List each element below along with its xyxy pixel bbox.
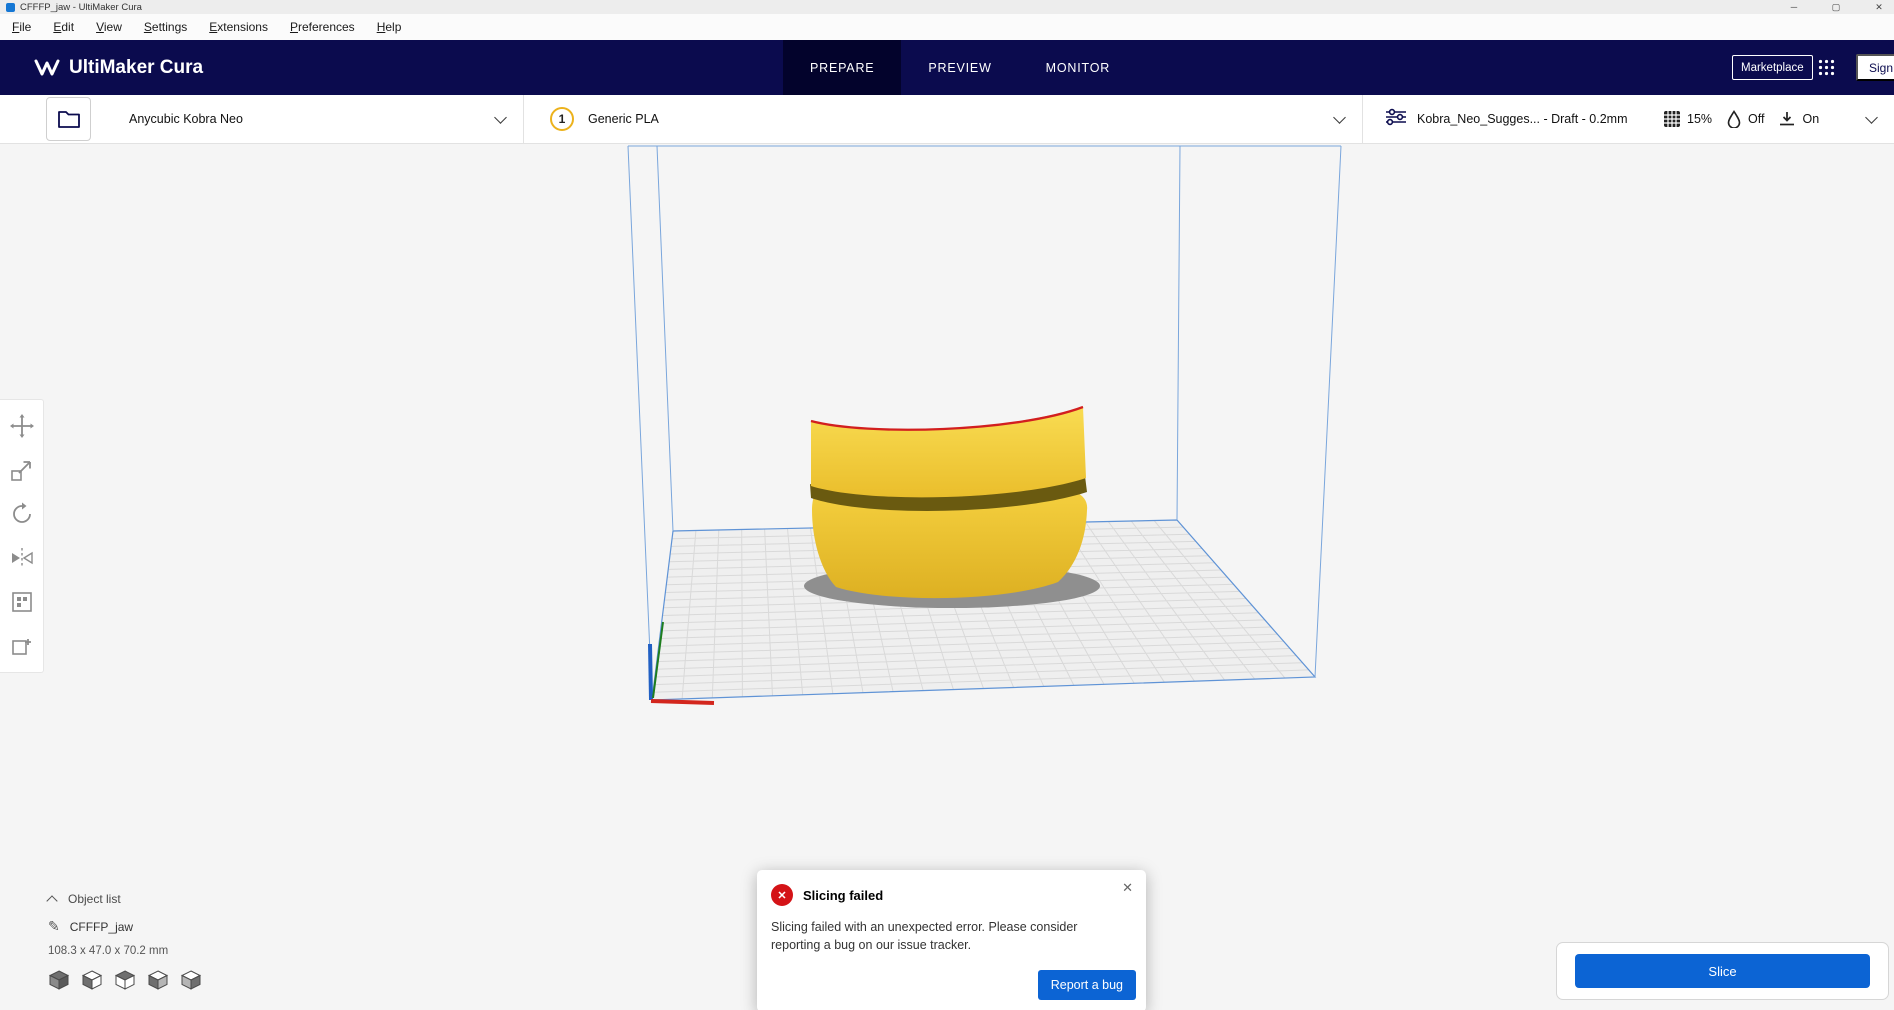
adhesion-group: On — [1778, 110, 1819, 128]
view-presets — [48, 969, 202, 991]
action-panel: Slice — [1556, 942, 1889, 1000]
print-settings-selector[interactable]: Kobra_Neo_Sugges... - Draft - 0.2mm 15% … — [1363, 95, 1894, 143]
rotate-tool-button[interactable] — [9, 501, 35, 527]
rotate-icon — [12, 502, 31, 523]
dialog-close-icon[interactable]: ✕ — [1122, 880, 1133, 896]
infill-value: 15% — [1687, 112, 1713, 126]
tab-prepare[interactable]: PREPARE — [783, 40, 902, 95]
origin-x-axis — [650, 699, 715, 705]
viewport: Object list ✎ CFFFP_jaw 108.3 x 47.0 x 7… — [0, 144, 1894, 1010]
support-blocker-button[interactable] — [9, 633, 35, 659]
mirror-tool-button[interactable] — [9, 545, 35, 571]
object-name: CFFFP_jaw — [69, 919, 134, 934]
menu-preferences[interactable]: Preferences — [285, 17, 360, 37]
menu-settings[interactable]: Settings — [139, 17, 192, 37]
maximize-button[interactable]: ▢ — [1828, 0, 1844, 14]
chevron-down-icon — [1865, 111, 1878, 124]
sliders-icon — [1385, 108, 1407, 131]
menu-file[interactable]: File — [7, 17, 36, 37]
tool-sidebar — [0, 399, 44, 673]
dialog-header: ✕ Slicing failed — [771, 884, 1132, 906]
scale-icon — [10, 461, 31, 481]
scale-tool-button[interactable] — [9, 457, 35, 483]
dialog-actions: Report a bug — [1037, 970, 1136, 1000]
view-right-button[interactable] — [180, 969, 202, 991]
apps-grid-icon[interactable] — [1818, 59, 1835, 81]
menubar: File Edit View Settings Extensions Prefe… — [0, 14, 1894, 40]
support-blocker-icon — [11, 639, 31, 655]
view-left-icon — [147, 970, 169, 990]
error-icon: ✕ — [771, 884, 793, 906]
view-front-icon — [81, 970, 103, 990]
app-header: UltiMaker Cura PREPARE PREVIEW MONITOR M… — [0, 40, 1894, 95]
support-icon — [1727, 110, 1741, 128]
view-right-icon — [180, 970, 202, 990]
adhesion-icon — [1780, 112, 1795, 126]
titlebar: CFFFP_jaw - UltiMaker Cura ─ ▢ ✕ — [0, 0, 1894, 14]
infill-icon — [1664, 111, 1680, 127]
support-value: Off — [1748, 112, 1765, 126]
view-left-button[interactable] — [147, 969, 169, 991]
menu-extensions[interactable]: Extensions — [204, 17, 273, 37]
per-model-settings-icon — [11, 592, 32, 612]
extruder-badge: 1 — [550, 107, 574, 131]
material-name: Generic PLA — [588, 112, 659, 126]
sign-in-button[interactable]: Sign in — [1856, 54, 1894, 81]
marketplace-button[interactable]: Marketplace — [1732, 55, 1813, 80]
pencil-icon: ✎ — [48, 918, 60, 934]
tab-monitor[interactable]: MONITOR — [1019, 40, 1137, 95]
material-selector[interactable]: 1 Generic PLA — [524, 95, 1363, 143]
config-bar: Anycubic Kobra Neo 1 Generic PLA Kobra_N… — [0, 95, 1894, 144]
close-button[interactable]: ✕ — [1871, 0, 1887, 14]
origin-z-axis — [648, 643, 653, 701]
object-list-label: Object list — [68, 892, 121, 906]
menu-help[interactable]: Help — [372, 17, 407, 37]
move-tool-button[interactable] — [9, 413, 35, 439]
printer-selector[interactable]: Anycubic Kobra Neo — [104, 95, 524, 143]
app-name: UltiMaker Cura — [69, 56, 204, 78]
per-model-settings-button[interactable] — [9, 589, 35, 615]
menu-view[interactable]: View — [91, 17, 127, 37]
app-icon — [6, 2, 15, 12]
brand: UltiMaker Cura — [34, 40, 203, 95]
infill-group: 15% — [1663, 110, 1712, 128]
support-group: Off — [1726, 110, 1764, 128]
profile-summary: Kobra_Neo_Sugges... - Draft - 0.2mm — [1417, 112, 1628, 126]
object-list-item[interactable]: ✎ CFFFP_jaw — [48, 918, 202, 935]
chevron-down-icon — [494, 111, 507, 124]
dialog-title: Slicing failed — [803, 887, 884, 903]
object-list-panel: Object list ✎ CFFFP_jaw 108.3 x 47.0 x 7… — [46, 892, 202, 991]
view-top-icon — [114, 970, 136, 990]
minimize-button[interactable]: ─ — [1786, 0, 1802, 14]
slice-button[interactable]: Slice — [1575, 954, 1870, 988]
object-dimensions: 108.3 x 47.0 x 70.2 mm — [48, 945, 169, 957]
mirror-icon — [11, 548, 33, 568]
adhesion-value: On — [1802, 112, 1820, 126]
printer-name: Anycubic Kobra Neo — [129, 112, 243, 126]
cura-window: CFFFP_jaw - UltiMaker Cura ─ ▢ ✕ File Ed… — [0, 0, 1894, 1010]
window-title: CFFFP_jaw - UltiMaker Cura — [20, 1, 142, 13]
view-3d-icon — [48, 970, 70, 990]
move-icon — [9, 414, 34, 438]
report-a-bug-button[interactable]: Report a bug — [1037, 970, 1136, 1000]
model-upper-band — [811, 407, 1086, 498]
chevron-down-icon — [1333, 111, 1346, 124]
folder-icon — [57, 111, 80, 128]
stage-tabs: PREPARE PREVIEW MONITOR — [783, 40, 1137, 95]
dialog-message: Slicing failed with an unexpected error.… — [771, 920, 1078, 953]
ultimaker-logo — [34, 59, 60, 75]
object-list-toggle[interactable]: Object list — [46, 892, 202, 907]
menu-edit[interactable]: Edit — [48, 17, 79, 37]
view-front-button[interactable] — [81, 969, 103, 991]
view-top-button[interactable] — [114, 969, 136, 991]
chevron-up-icon — [46, 895, 58, 907]
open-file-button[interactable] — [46, 97, 91, 141]
tab-preview[interactable]: PREVIEW — [901, 40, 1018, 95]
view-3d-button[interactable] — [48, 969, 70, 991]
model-CFFFP_jaw[interactable] — [804, 405, 1100, 608]
slicing-failed-dialog: ✕ Slicing failed ✕ Slicing failed with a… — [757, 870, 1146, 1010]
